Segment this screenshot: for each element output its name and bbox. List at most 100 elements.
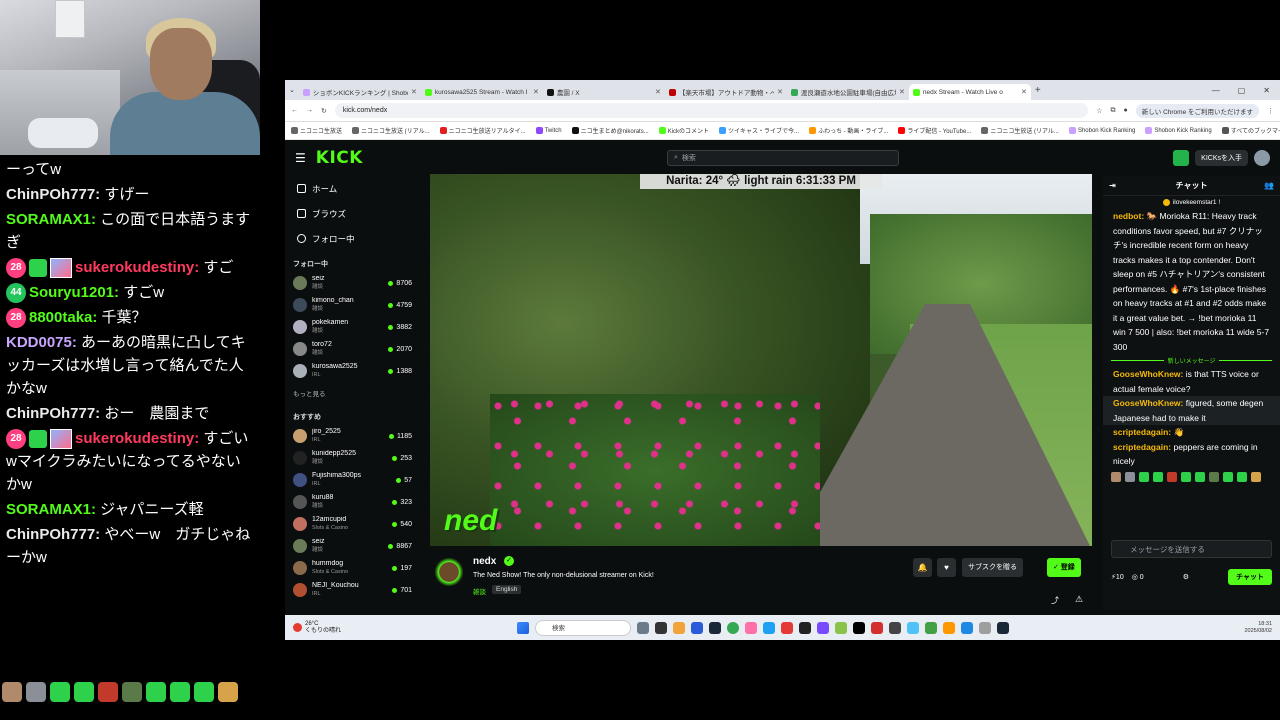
bookmark-item[interactable]: ふわっち - 動画・ライブ... (809, 126, 888, 135)
browser-tab[interactable]: 【楽天市場】アウトドア動物・ペット✕ (665, 84, 787, 100)
folder-icon[interactable] (673, 621, 686, 634)
nav-home[interactable]: ホーム (293, 176, 412, 201)
app-icon[interactable] (745, 621, 758, 634)
kick-logo[interactable]: KICK (316, 148, 363, 168)
chat-username[interactable]: GooseWhoKnew: (1113, 369, 1183, 379)
tab-close-icon[interactable]: ✕ (533, 88, 539, 96)
chrome-icon[interactable] (727, 621, 740, 634)
sidebar-channel[interactable]: kuru88 雑談 323 (293, 491, 412, 513)
taskbar-weather[interactable]: 26°C くもりの晴れ (293, 621, 341, 635)
tab-close-icon[interactable]: ✕ (411, 88, 417, 96)
bookmark-item[interactable]: Twitch (535, 127, 562, 134)
app-icon[interactable] (871, 621, 884, 634)
chat-username[interactable]: GooseWhoKnew: (1113, 398, 1183, 408)
user-avatar[interactable] (1254, 150, 1270, 166)
video-player[interactable]: Narita: 24° 🌧 light rain 6:31:33 PM ned (430, 174, 1092, 546)
kicks-count[interactable]: ⚡10 (1111, 573, 1124, 581)
sidebar-channel[interactable]: toro72 雑談 2070 (293, 338, 412, 360)
browser-tab[interactable]: ショボンKICKランキング | Shobon K✕ (299, 84, 421, 100)
reload-icon[interactable]: ↻ (321, 107, 327, 115)
show-more-link[interactable]: もっと見る (293, 382, 412, 404)
sidebar-channel[interactable]: jiro_2525 IRL 1185 (293, 425, 412, 447)
points-count[interactable]: ◎ 0 (1132, 573, 1144, 581)
new-tab-button[interactable]: + (1035, 85, 1041, 96)
app-icon[interactable] (943, 621, 956, 634)
chat-username[interactable]: scriptedagain: (1113, 442, 1171, 452)
gift-sub-button[interactable]: サブスクを贈る (962, 558, 1023, 577)
minimize-icon[interactable]: — (1212, 86, 1220, 95)
bookmark-item[interactable]: Shobon Kick Ranking (1068, 127, 1135, 134)
close-window-icon[interactable]: ✕ (1263, 86, 1270, 95)
tab-close-icon[interactable]: ✕ (899, 88, 905, 96)
app-icon[interactable] (961, 621, 974, 634)
bookmark-item[interactable]: ライブ配信 - YouTube... (898, 126, 971, 135)
send-chat-button[interactable]: チャット (1228, 569, 1272, 585)
tv-icon[interactable] (1173, 150, 1190, 166)
chat-username[interactable]: scriptedagain: (1113, 427, 1171, 437)
chat-users-icon[interactable]: 👥 (1264, 181, 1274, 190)
search-input[interactable]: ⌕ 検索 (667, 150, 899, 166)
app-icon[interactable] (763, 621, 776, 634)
extensions-icon[interactable]: ⧉ (1111, 107, 1116, 115)
streamer-name[interactable]: nedx (473, 556, 496, 567)
app-icon[interactable] (691, 621, 704, 634)
sidebar-channel[interactable]: kunidepp2525 雑談 253 (293, 447, 412, 469)
bookmark-item[interactable]: ニコ生まとめ@nikorats... (571, 126, 649, 135)
browser-tab[interactable]: kurosawa2525 Stream - Watch I ✕ (421, 84, 543, 100)
taskbar-clock[interactable]: 18:31 2025/08/02 (1244, 621, 1272, 635)
taskbar-search[interactable]: 検索 (535, 619, 632, 636)
chrome-update-badge[interactable]: 新しい Chrome をご利用いただけます (1135, 103, 1259, 118)
sidebar-channel[interactable]: kurosawa2525 IRL 1388 (293, 360, 412, 382)
bookmark-item[interactable]: すべてのブックマーク (1221, 126, 1280, 135)
sidebar-channel[interactable]: kimono_chan 雑談 4759 (293, 294, 412, 316)
back-icon[interactable]: ← (291, 107, 298, 114)
app-icon[interactable] (979, 621, 992, 634)
chat-input[interactable]: メッセージを送信する (1111, 540, 1272, 558)
nav-following[interactable]: フォロー中 (293, 226, 412, 251)
tab-close-icon[interactable]: ✕ (777, 88, 783, 96)
nav-browse[interactable]: ブラウズ (293, 201, 412, 226)
browser-menu-icon[interactable]: ⋮ (1267, 107, 1274, 115)
settings-icon[interactable]: ⚙ (1183, 573, 1189, 581)
app-icon[interactable] (637, 621, 650, 634)
sidebar-channel[interactable]: NEJI_Kouchou IRL 701 (293, 579, 412, 601)
bookmark-item[interactable]: ツイキャス・ライブで今... (719, 126, 799, 135)
bookmark-item[interactable]: ニコニコ生放送 (291, 126, 342, 135)
stream-category[interactable]: 雑談 (473, 586, 486, 596)
sidebar-channel[interactable]: Fujishima300ps IRL 57 (293, 469, 412, 491)
app-icon[interactable] (655, 621, 668, 634)
browser-tab[interactable]: nedx Stream - Watch Live o ✕ (908, 84, 1031, 100)
bookmark-item[interactable]: Kickのコメント (658, 126, 709, 135)
sidebar-channel[interactable]: seiz 雑談 8867 (293, 535, 412, 557)
browser-tab[interactable]: 農園 / X ✕ (543, 84, 665, 100)
start-button[interactable] (517, 621, 530, 634)
url-field[interactable]: kick.com/nedx (334, 103, 1089, 118)
sidebar-channel[interactable]: hummdog Slots & Casino 197 (293, 557, 412, 579)
streamer-avatar[interactable] (432, 555, 466, 589)
browser-tab[interactable]: 渡良瀬遊水地公園駐車場(自由広場) ✕ (787, 84, 909, 100)
app-icon[interactable] (835, 621, 848, 634)
sidebar-channel[interactable]: 12amcupid Slots & Casino 540 (293, 513, 412, 535)
share-icon[interactable]: ⤴ (1051, 595, 1059, 606)
app-icon[interactable] (799, 621, 812, 634)
bookmark-item[interactable]: ニコニコ生放送リアルタイ... (439, 126, 526, 135)
notification-bell-icon[interactable]: 🔔 (913, 558, 932, 577)
forward-icon[interactable]: → (306, 107, 313, 114)
app-icon[interactable] (853, 621, 866, 634)
app-icon[interactable] (925, 621, 938, 634)
tab-menu-icon[interactable]: ⌄ (289, 86, 295, 94)
report-icon[interactable]: ⚠ (1075, 594, 1083, 605)
collapse-chat-icon[interactable]: ⇥ (1109, 181, 1116, 190)
get-kicks-button[interactable]: KICKsを入手 (1195, 150, 1248, 166)
app-icon[interactable] (889, 621, 902, 634)
hamburger-menu-icon[interactable]: ☰ (295, 151, 306, 165)
tab-close-icon[interactable]: ✕ (1021, 88, 1027, 96)
tab-close-icon[interactable]: ✕ (655, 88, 661, 96)
steam-icon[interactable] (709, 621, 722, 634)
chat-username[interactable]: nedbot: (1113, 211, 1144, 221)
app-icon[interactable] (997, 621, 1010, 634)
app-icon[interactable] (817, 621, 830, 634)
heart-app-icon[interactable] (781, 621, 794, 634)
stream-language[interactable]: English (492, 585, 522, 594)
bookmark-item[interactable]: Shobon Kick Ranking (1145, 127, 1212, 134)
